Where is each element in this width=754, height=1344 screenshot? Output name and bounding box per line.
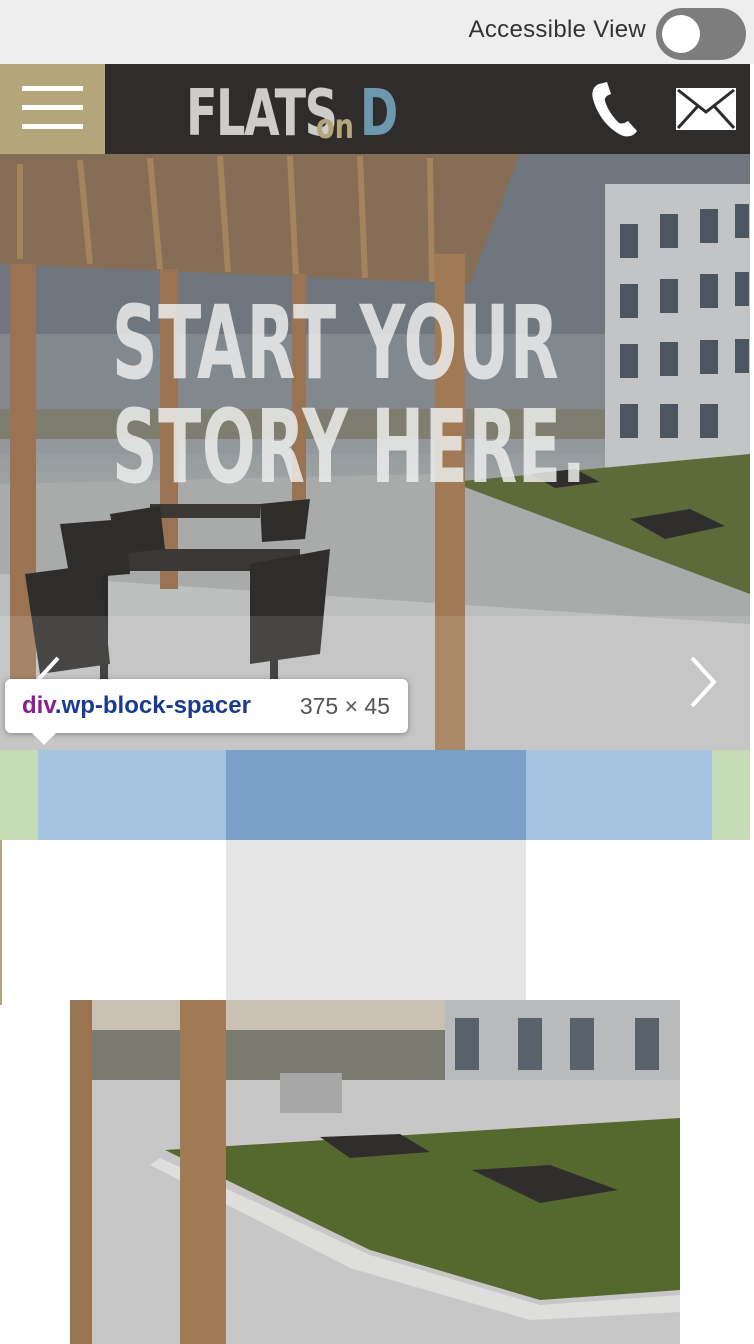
chevron-right-icon (690, 656, 717, 708)
spacer-padding-right (526, 750, 712, 840)
accessible-view-label: Accessible View (468, 16, 646, 43)
toggle-knob (662, 15, 700, 53)
hero-title-line-2: STORY HERE. (112, 388, 587, 507)
logo-d: D (360, 77, 399, 151)
spacer-margin-left (0, 750, 38, 840)
mail-icon (676, 88, 736, 130)
mail-button[interactable] (674, 86, 738, 132)
rooftop-lawn-image (70, 1000, 680, 1344)
devtools-class: .wp-block-spacer (54, 692, 251, 719)
accessibility-bar: Accessible View (0, 0, 754, 64)
devtools-selector: div.wp-block-spacer (22, 692, 251, 720)
logo-on: on (316, 107, 355, 147)
site-header: FLATS on D (0, 64, 750, 154)
slider-next-button[interactable] (684, 654, 724, 710)
hero-title-line-1: START YOUR (112, 284, 560, 403)
phone-button[interactable] (590, 82, 640, 138)
phone-icon (592, 82, 637, 137)
spacer-padding-left (38, 750, 226, 840)
hero-title: START YOUR STORY HERE. (112, 284, 587, 507)
site-logo[interactable]: FLATS on D (186, 76, 413, 146)
accessible-view-toggle[interactable] (656, 8, 746, 60)
menu-button[interactable] (0, 64, 105, 154)
devtools-inspector-tooltip: div.wp-block-spacer 375 × 45 (5, 679, 408, 745)
content-column-background (226, 840, 526, 1000)
logo-flats: FLATS (186, 77, 338, 151)
wp-block-spacer (226, 750, 526, 840)
hero-slider: START YOUR STORY HERE. (0, 154, 750, 750)
devtools-tag: div (22, 692, 55, 719)
devtools-size: 375 × 45 (299, 692, 390, 719)
left-accent-line (0, 840, 2, 1005)
rooftop-photo (70, 1000, 680, 1344)
spacer-margin-right (712, 750, 750, 840)
